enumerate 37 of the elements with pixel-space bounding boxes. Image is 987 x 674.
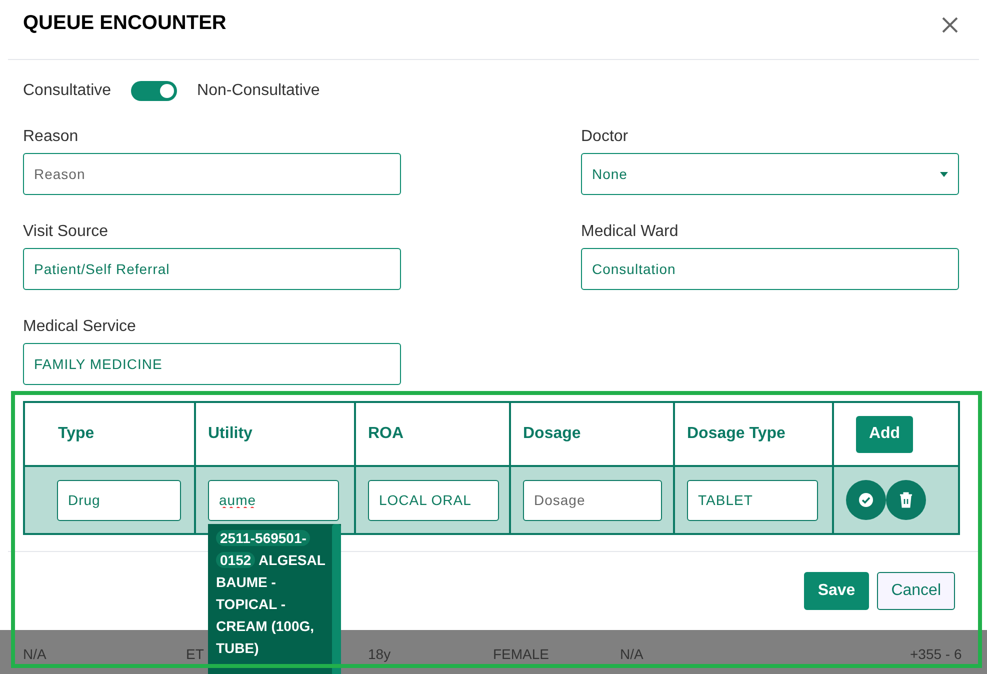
close-icon[interactable] (941, 16, 959, 34)
save-button[interactable]: Save (804, 572, 870, 610)
column-header: Type (24, 402, 195, 466)
input-field[interactable]: aume (208, 480, 339, 520)
input-field[interactable]: LOCAL ORAL (368, 480, 499, 520)
suggestion-option[interactable]: 2511-569501-0152 ALGESAL BAUME - TOPICAL - CREAM (100G, TUBE) (216, 527, 330, 659)
table-cell: ET (186, 646, 204, 662)
toggle-label: Non-Consultative (197, 81, 320, 101)
toggle-switch[interactable] (131, 81, 178, 101)
field-label: Medical Ward (581, 222, 680, 242)
cancel-button[interactable]: Cancel (877, 572, 955, 610)
add-button[interactable]: Add (856, 416, 913, 452)
table-cell: FEMALE (493, 646, 550, 662)
input-field[interactable]: Reason (23, 153, 401, 195)
table-cell: N/A (620, 646, 644, 662)
confirm-button[interactable] (846, 480, 886, 520)
input-field[interactable]: Drug (57, 480, 181, 520)
input-field[interactable]: Consultation (581, 248, 959, 290)
field-label: Visit Source (23, 222, 110, 242)
caret-icon (940, 172, 948, 176)
input-field[interactable]: Dosage (523, 480, 662, 520)
delete-button[interactable] (886, 480, 926, 520)
input-field[interactable]: TABLET (687, 480, 818, 520)
field-label: Medical Service (23, 317, 137, 337)
field-label: Doctor (581, 127, 630, 147)
table-cell: N/A (23, 646, 46, 662)
table-cell: +355 - 6 (910, 646, 962, 662)
check-circle-icon (858, 492, 874, 508)
dropdown-field[interactable]: None (581, 153, 959, 195)
toggle-label: Consultative (23, 81, 112, 101)
scrollbar-thumb[interactable] (332, 524, 341, 674)
table-cell: 18y (368, 646, 391, 662)
input-field[interactable]: Patient/Self Referral (23, 248, 401, 290)
field-label: Reason (23, 127, 80, 147)
trash-icon (899, 492, 913, 508)
input-field[interactable]: FAMILY MEDICINE (23, 343, 401, 385)
dialog-title: QUEUE ENCOUNTER (23, 10, 226, 36)
